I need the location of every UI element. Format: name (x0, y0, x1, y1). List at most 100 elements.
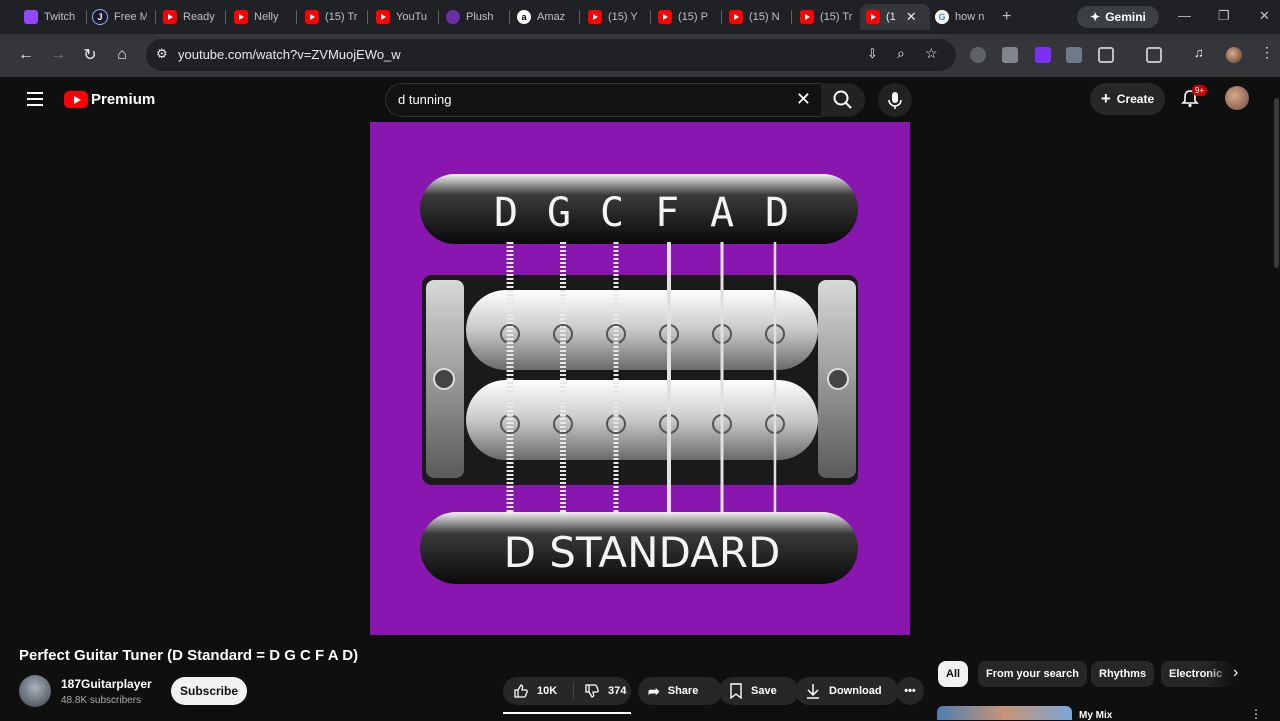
back-icon[interactable]: ← (15, 44, 37, 66)
notification-badge: 9+ (1192, 85, 1208, 96)
channel-name[interactable]: 187Guitarplayer (61, 677, 152, 691)
minimize-icon[interactable]: — (1178, 8, 1191, 23)
gemini-button[interactable]: ✦ Gemini (1077, 6, 1159, 28)
browser-tab[interactable]: (15) Tr (800, 6, 855, 28)
plus-icon: + (1100, 89, 1111, 108)
subscriber-count: 48.8K subscribers (61, 695, 142, 706)
youtube-icon (376, 10, 390, 24)
nut-bar (420, 174, 858, 244)
home-icon[interactable]: ⌂ (111, 44, 133, 66)
browser-tab[interactable]: a Amaz (517, 6, 572, 28)
extension-icon[interactable] (1035, 47, 1051, 63)
browser-tab-active[interactable]: (1 ✕ (860, 4, 930, 30)
browser-tab[interactable]: (15) Y (588, 6, 643, 28)
bookmark-star-icon[interactable]: ☆ (925, 45, 938, 62)
tuning-note: F (655, 190, 679, 236)
youtube-icon (800, 10, 814, 24)
browser-tab[interactable]: Plush (446, 6, 501, 28)
forward-icon[interactable]: → (47, 44, 69, 66)
chevron-right-icon[interactable]: › (1233, 664, 1238, 682)
more-actions-button[interactable]: ••• (896, 677, 924, 705)
new-tab-icon[interactable]: + (1002, 6, 1020, 28)
browser-tab[interactable]: Ready (163, 6, 218, 28)
video-thumbnail: D G C F A D D STANDARD (370, 122, 910, 635)
youtube-icon (729, 10, 743, 24)
browser-tab-strip: Twitch J Free M Ready Nelly (15) Tr YouTu… (0, 0, 1280, 34)
download-icon (807, 684, 819, 699)
browser-tab[interactable]: (15) Tr (305, 6, 360, 28)
zoom-icon[interactable]: ⌕ (897, 45, 905, 62)
twitch-icon (24, 10, 38, 24)
browser-tab[interactable]: (15) N (729, 6, 784, 28)
restore-icon[interactable]: ❐ (1218, 8, 1230, 24)
reload-icon[interactable]: ↻ (79, 44, 101, 66)
chip-all[interactable]: All (938, 661, 969, 687)
close-tab-icon[interactable]: ✕ (906, 9, 917, 25)
related-video-title[interactable]: My Mix (1079, 710, 1112, 721)
browser-tab[interactable]: Nelly (234, 6, 289, 28)
more-horizontal-icon: ••• (904, 685, 916, 697)
window-close-icon[interactable]: ✕ (1259, 8, 1270, 24)
youtube-play-icon (64, 91, 88, 108)
browser-tab[interactable]: Twitch (24, 6, 84, 28)
media-control-icon[interactable]: ♫ (1194, 45, 1210, 61)
download-button[interactable]: Download (795, 677, 899, 705)
browser-toolbar: ← → ↻ ⌂ ⚙ youtube.com/watch?v=ZVMuojEWo_… (0, 34, 1280, 77)
browser-tab[interactable]: (15) P (658, 6, 713, 28)
side-panel-icon[interactable] (1146, 47, 1162, 63)
hamburger-menu-icon[interactable] (27, 92, 43, 110)
youtube-logo[interactable]: Premium (64, 91, 155, 108)
create-button[interactable]: + Create (1090, 83, 1165, 115)
site-info-icon[interactable]: ⚙ (156, 46, 168, 62)
search-icon (833, 90, 852, 109)
chip-rhythms[interactable]: Rhythms (1091, 661, 1155, 687)
extension-icon[interactable] (1002, 47, 1018, 63)
tuning-note: A (710, 190, 734, 236)
gemini-icon: ✦ (1090, 10, 1101, 24)
dislike-button[interactable]: 374 (574, 683, 626, 699)
youtube-icon (588, 10, 602, 24)
clear-search-icon[interactable]: ✕ (796, 89, 811, 110)
thumbnail-caption: D STANDARD (504, 528, 781, 577)
browser-tab[interactable]: YouTu (376, 6, 431, 28)
like-button[interactable]: 10K (503, 682, 574, 700)
amazon-icon: a (517, 10, 531, 24)
thumbs-down-icon (585, 684, 599, 698)
youtube-icon (305, 10, 319, 24)
youtube-icon (234, 10, 248, 24)
youtube-icon (658, 10, 672, 24)
tuning-note: D (765, 190, 789, 236)
microphone-icon (888, 92, 902, 109)
related-more-icon[interactable]: ⋮ (1250, 707, 1262, 721)
account-avatar[interactable] (1225, 86, 1249, 110)
subscribe-button[interactable]: Subscribe (171, 677, 247, 705)
extension-icon[interactable] (970, 47, 986, 63)
search-input[interactable]: d tunning ✕ (385, 83, 824, 117)
search-button[interactable] (821, 83, 865, 117)
voice-search-button[interactable] (878, 83, 912, 117)
shield-icon[interactable] (1066, 47, 1082, 63)
install-app-icon[interactable]: ⇩ (867, 46, 878, 62)
save-button[interactable]: Save (719, 677, 799, 705)
bookmark-icon (730, 683, 742, 699)
channel-avatar[interactable] (19, 675, 51, 707)
youtube-icon (163, 10, 177, 24)
video-player[interactable]: D G C F A D D STANDARD (370, 122, 910, 635)
youtube-header: Premium d tunning ✕ + Create 9+ (0, 77, 1280, 122)
page-scrollbar[interactable] (1274, 98, 1279, 268)
browser-tab[interactable]: J Free M (92, 6, 147, 28)
share-icon: ➦ (648, 682, 660, 699)
profile-avatar[interactable] (1226, 47, 1242, 63)
video-title: Perfect Guitar Tuner (D Standard = D G C… (19, 647, 359, 664)
share-button[interactable]: ➦ Share (638, 677, 722, 705)
j-icon: J (92, 9, 108, 25)
url-text: youtube.com/watch?v=ZVMuojEWo_w (178, 47, 401, 62)
chip-from-your-search[interactable]: From your search (978, 661, 1087, 687)
like-ratio-bar (503, 712, 631, 714)
puzzle-icon[interactable] (1098, 47, 1114, 63)
address-bar[interactable]: ⚙ youtube.com/watch?v=ZVMuojEWo_w ⇩ ⌕ ☆ (146, 39, 956, 71)
browser-menu-icon[interactable]: ⋮ (1260, 44, 1276, 60)
related-video-thumbnail[interactable] (937, 706, 1072, 720)
tuning-note: C (600, 190, 624, 236)
browser-tab[interactable]: Ghow n (935, 6, 991, 28)
